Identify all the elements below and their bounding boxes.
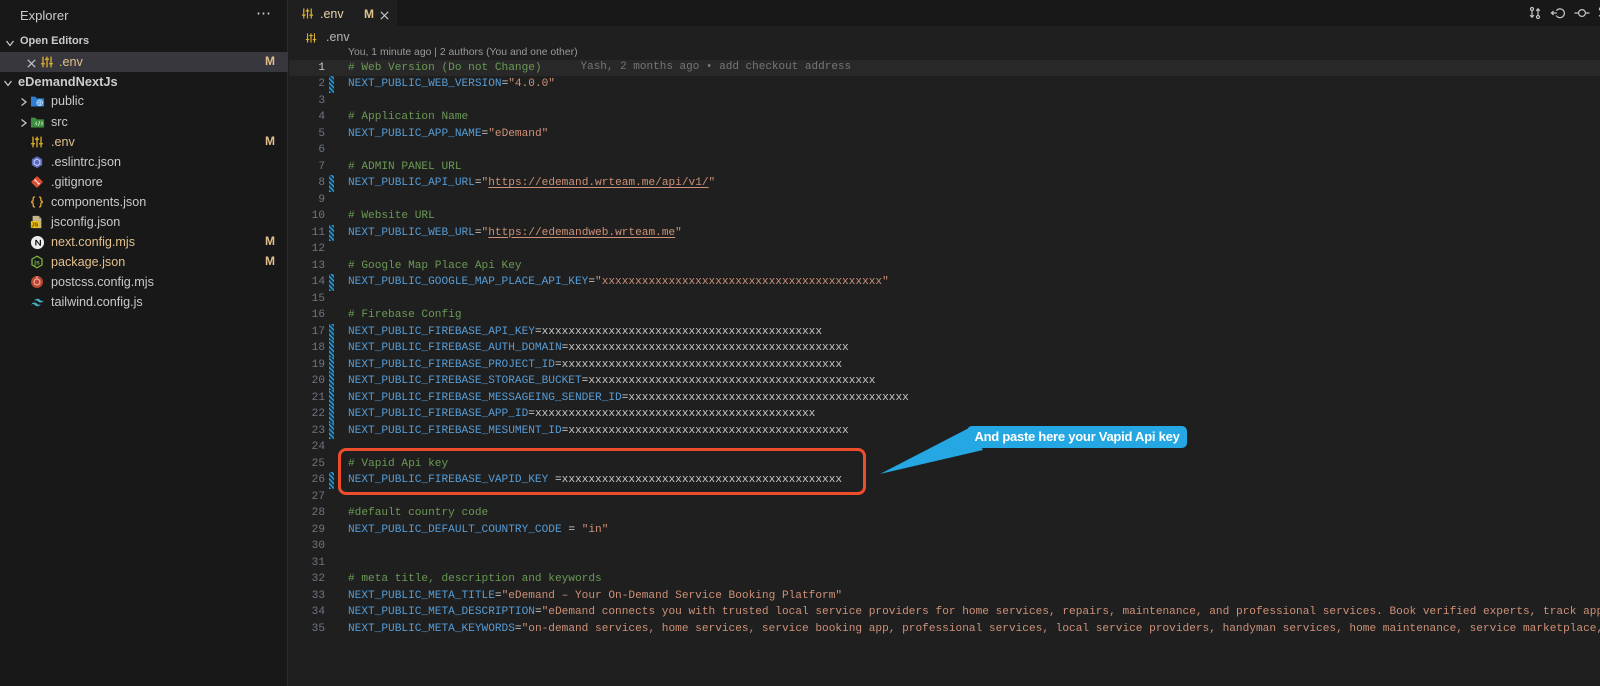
svg-text:JS: JS [31, 222, 38, 228]
svg-text:js: js [33, 260, 40, 267]
